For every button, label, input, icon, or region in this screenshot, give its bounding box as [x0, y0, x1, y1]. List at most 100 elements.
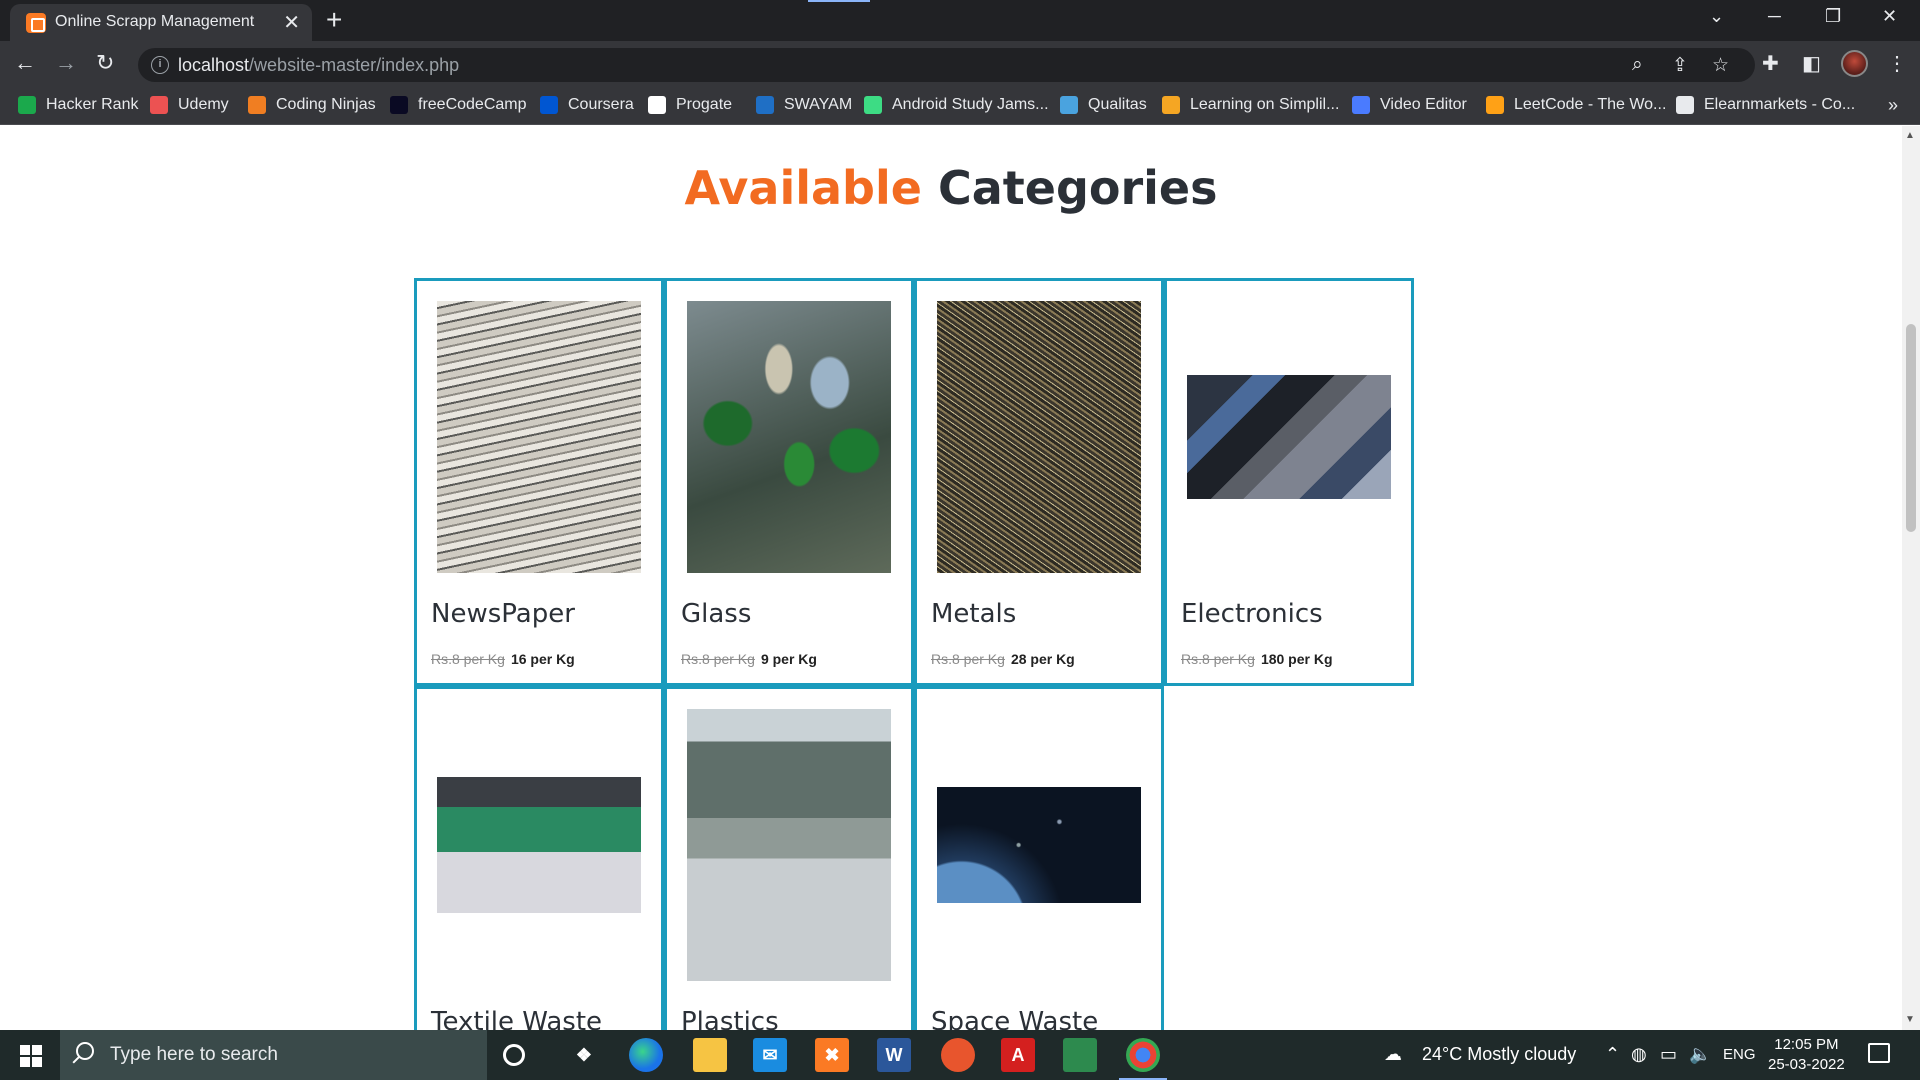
- scroll-down-icon[interactable]: ▼: [1905, 1014, 1915, 1025]
- search-input[interactable]: Type here to search: [110, 1044, 278, 1066]
- acrobat-icon[interactable]: A: [1001, 1038, 1035, 1072]
- swayam-icon: [756, 96, 774, 114]
- info-icon[interactable]: i: [151, 56, 169, 74]
- file-explorer-icon[interactable]: [693, 1038, 727, 1072]
- minimize-icon[interactable]: ─: [1768, 6, 1781, 27]
- category-card[interactable]: Electronics Rs.8 per Kg 180 per Kg: [1164, 278, 1414, 686]
- bookmark-item[interactable]: SWAYAM: [756, 96, 852, 114]
- forward-icon[interactable]: →: [55, 50, 77, 76]
- category-card[interactable]: Glass Rs.8 per Kg 9 per Kg: [664, 278, 914, 686]
- bookmark-star-icon[interactable]: ☆: [1712, 54, 1729, 77]
- category-name: Plastics: [681, 1006, 779, 1031]
- cortana-icon[interactable]: [503, 1044, 525, 1066]
- xampp-icon[interactable]: ✖: [815, 1038, 849, 1072]
- paint-icon[interactable]: [941, 1038, 975, 1072]
- bookmark-item[interactable]: freeCodeCamp: [390, 96, 527, 114]
- category-price: Rs.8 per Kg 9 per Kg: [681, 651, 817, 667]
- page-title: Available Categories: [0, 161, 1902, 215]
- chevron-down-icon[interactable]: ⌄: [1709, 6, 1724, 27]
- plastics-image: [687, 708, 891, 981]
- category-name: Electronics: [1181, 599, 1323, 629]
- back-icon[interactable]: ←: [14, 50, 36, 76]
- language-indicator[interactable]: ENG: [1723, 1046, 1756, 1063]
- bookmark-item[interactable]: Progate: [648, 96, 732, 114]
- new-tab-icon[interactable]: +: [326, 4, 342, 36]
- bookmark-item[interactable]: Coursera: [540, 96, 634, 114]
- bookmark-label: LeetCode - The Wo...: [1514, 96, 1667, 113]
- weather-icon[interactable]: ☁: [1384, 1044, 1402, 1065]
- bookmark-item[interactable]: Video Editor: [1352, 96, 1467, 114]
- edge-icon[interactable]: [629, 1038, 663, 1072]
- network-icon[interactable]: ◍: [1631, 1044, 1647, 1065]
- space-waste-image: [937, 786, 1141, 903]
- category-price: Rs.8 per Kg 16 per Kg: [431, 651, 575, 667]
- mail-icon[interactable]: ✉: [753, 1038, 787, 1072]
- bookmark-label: Hacker Rank: [46, 96, 139, 113]
- metals-image: [937, 301, 1141, 573]
- category-card[interactable]: Textile Waste: [414, 685, 664, 1030]
- heading-rest: Categories: [937, 161, 1218, 215]
- bookmark-item[interactable]: Hacker Rank: [18, 96, 138, 114]
- restore-icon[interactable]: ❐: [1825, 6, 1841, 27]
- windows-taskbar: Type here to search ❖ ✉ ✖ W A ☁ 24°C Mos…: [0, 1030, 1920, 1080]
- bookmark-item[interactable]: Qualitas: [1060, 96, 1147, 114]
- hackerrank-icon: [18, 96, 36, 114]
- close-icon[interactable]: ✕: [283, 10, 300, 35]
- taskbar-search[interactable]: Type here to search: [60, 1030, 487, 1080]
- category-card[interactable]: Space Waste: [914, 685, 1164, 1030]
- page-scrollbar[interactable]: ▲ ▼: [1902, 126, 1920, 1030]
- qualitas-icon: [1060, 96, 1078, 114]
- bookmark-item[interactable]: Elearnmarkets - Co...: [1676, 96, 1855, 114]
- zoom-icon[interactable]: ⌕: [1632, 54, 1643, 76]
- reload-icon[interactable]: ↻: [96, 50, 114, 76]
- chrome-icon[interactable]: [1119, 1038, 1167, 1080]
- scroll-thumb[interactable]: [1906, 324, 1916, 532]
- leetcode-icon: [1486, 96, 1504, 114]
- avatar[interactable]: [1841, 50, 1868, 77]
- chevron-up-icon[interactable]: ⌃: [1605, 1044, 1620, 1065]
- category-name: Glass: [681, 599, 752, 629]
- search-icon: [76, 1042, 94, 1060]
- tab-indicator: [808, 0, 870, 2]
- dropbox-icon[interactable]: ❖: [567, 1038, 601, 1072]
- menu-icon[interactable]: ⋮: [1887, 51, 1907, 76]
- close-window-icon[interactable]: ✕: [1882, 6, 1897, 27]
- bookmark-label: Udemy: [178, 96, 229, 113]
- category-card[interactable]: Plastics: [664, 685, 914, 1031]
- extensions-icon[interactable]: ✚: [1762, 51, 1779, 76]
- battery-icon[interactable]: ▭: [1660, 1044, 1677, 1065]
- xampp-favicon-icon: [26, 13, 46, 33]
- scroll-up-icon[interactable]: ▲: [1905, 130, 1915, 141]
- codingninjas-icon: [248, 96, 266, 114]
- notification-icon[interactable]: [1868, 1043, 1890, 1063]
- side-panel-icon[interactable]: ◧: [1802, 51, 1821, 76]
- weather-text[interactable]: 24°C Mostly cloudy: [1422, 1044, 1576, 1065]
- page-viewport: Available Categories NewsPaper Rs.8 per …: [0, 126, 1920, 1030]
- url-text[interactable]: localhost/website-master/index.php: [178, 55, 459, 76]
- share-icon[interactable]: ⇪: [1672, 54, 1688, 77]
- more-bookmarks-icon[interactable]: »: [1888, 95, 1898, 116]
- heading-highlight: Available: [684, 161, 922, 215]
- coursera-icon: [540, 96, 558, 114]
- windows-start-icon[interactable]: [20, 1045, 42, 1067]
- udemy-icon: [150, 96, 168, 114]
- bookmark-label: SWAYAM: [784, 96, 853, 113]
- address-bar[interactable]: i localhost/website-master/index.php ⌕ ⇪…: [138, 48, 1755, 82]
- excel-icon[interactable]: [1063, 1038, 1097, 1072]
- bookmark-item[interactable]: Android Study Jams...: [864, 96, 1049, 114]
- electronics-image: [1187, 375, 1391, 499]
- newspaper-image: [437, 301, 641, 573]
- category-card[interactable]: NewsPaper Rs.8 per Kg 16 per Kg: [414, 278, 664, 686]
- volume-icon[interactable]: 🔈: [1689, 1044, 1711, 1065]
- word-icon[interactable]: W: [877, 1038, 911, 1072]
- bookmark-item[interactable]: LeetCode - The Wo...: [1486, 96, 1666, 114]
- freecodecamp-icon: [390, 96, 408, 114]
- category-name: Metals: [931, 599, 1017, 629]
- bookmark-item[interactable]: Coding Ninjas: [248, 96, 376, 114]
- bookmark-item[interactable]: Udemy: [150, 96, 229, 114]
- category-card[interactable]: Metals Rs.8 per Kg 28 per Kg: [914, 278, 1164, 686]
- bookmark-item[interactable]: Learning on Simplil...: [1162, 96, 1339, 114]
- tab-active[interactable]: Online Scrapp Management ✕: [10, 4, 312, 41]
- clock[interactable]: 12:05 PM 25-03-2022: [1768, 1035, 1845, 1075]
- android-icon: [864, 96, 882, 114]
